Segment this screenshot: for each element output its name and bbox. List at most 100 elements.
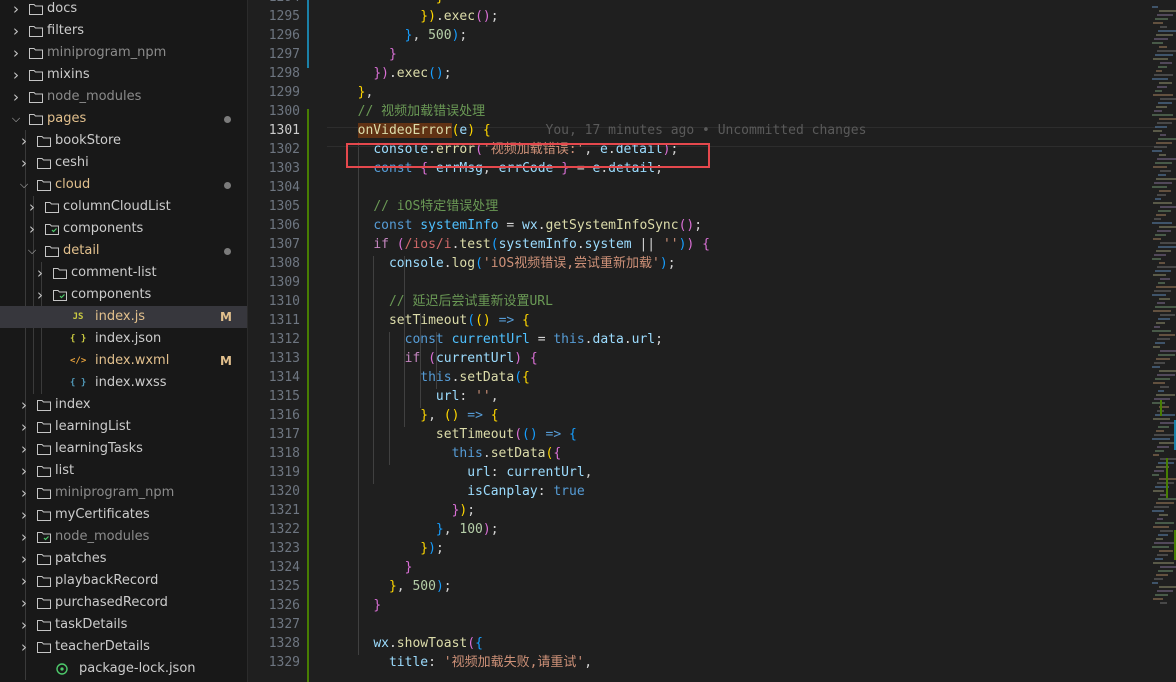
explorer-item-comment-list[interactable]: › comment-list: [0, 262, 247, 284]
chevron-right-icon[interactable]: ›: [16, 130, 32, 152]
code-line[interactable]: 1309: [248, 273, 1176, 292]
code-line[interactable]: 1322 }, 100);: [248, 520, 1176, 539]
code-line[interactable]: 1306 const systemInfo = wx.getSystemInfo…: [248, 216, 1176, 235]
code-line[interactable]: 1326 }: [248, 596, 1176, 615]
code-line[interactable]: 1308 console.log('iOS视频错误,尝试重新加载');: [248, 254, 1176, 273]
code-line[interactable]: 1296 }, 500);: [248, 26, 1176, 45]
explorer-item-components[interactable]: › components: [0, 284, 247, 306]
code-line[interactable]: 1317 setTimeout(() => {: [248, 425, 1176, 444]
chevron-down-icon[interactable]: ⌵: [24, 240, 40, 262]
explorer-item-components[interactable]: › components: [0, 218, 247, 240]
explorer-item-learningtasks[interactable]: › learningTasks: [0, 438, 247, 460]
chevron-right-icon[interactable]: ›: [16, 526, 32, 548]
explorer-item-cloud[interactable]: ⌵ cloud: [0, 174, 247, 196]
chevron-right-icon[interactable]: ›: [24, 218, 40, 240]
minimap-line: [1157, 14, 1173, 16]
explorer-item-docs[interactable]: › docs: [0, 0, 247, 20]
explorer-item-purchasedrecord[interactable]: › purchasedRecord: [0, 592, 247, 614]
explorer-item-index-wxml[interactable]: </> index.wxml M: [0, 350, 247, 372]
chevron-right-icon[interactable]: ›: [16, 548, 32, 570]
code-line[interactable]: 1300 // 视频加载错误处理: [248, 102, 1176, 121]
code-line[interactable]: 1324 }: [248, 558, 1176, 577]
explorer-item-index[interactable]: › index: [0, 394, 247, 416]
code-line[interactable]: 1299 },: [248, 83, 1176, 102]
chevron-right-icon[interactable]: ›: [16, 152, 32, 174]
code-line[interactable]: 1301 onVideoError(e) { You, 17 minutes a…: [248, 121, 1176, 140]
chevron-right-icon[interactable]: ›: [8, 86, 24, 108]
explorer-item-taskdetails[interactable]: › taskDetails: [0, 614, 247, 636]
chevron-right-icon[interactable]: ›: [16, 614, 32, 636]
explorer-item-index-json[interactable]: { } index.json: [0, 328, 247, 350]
explorer-item-mixins[interactable]: › mixins: [0, 64, 247, 86]
chevron-down-icon[interactable]: ⌵: [8, 108, 24, 130]
code-line[interactable]: 1310 // 延迟后尝试重新设置URL: [248, 292, 1176, 311]
code-line[interactable]: 1327: [248, 615, 1176, 634]
code-line[interactable]: 1311 setTimeout(() => {: [248, 311, 1176, 330]
explorer-item-playbackrecord[interactable]: › playbackRecord: [0, 570, 247, 592]
explorer-item-package-lock-json[interactable]: package-lock.json: [0, 658, 247, 680]
code-line[interactable]: 1320 isCanplay: true: [248, 482, 1176, 501]
minimap[interactable]: [1148, 0, 1176, 682]
code-editor[interactable]: 1294 }1295 }).exec();1296 }, 500);1297 }…: [248, 0, 1176, 682]
chevron-right-icon[interactable]: ›: [16, 482, 32, 504]
chevron-down-icon[interactable]: ⌵: [16, 174, 32, 196]
line-number: 1316: [268, 408, 300, 423]
explorer-item-node-modules[interactable]: › node_modules: [0, 526, 247, 548]
code-line[interactable]: 1318 this.setData({: [248, 444, 1176, 463]
explorer-item-index-wxss[interactable]: { } index.wxss: [0, 372, 247, 394]
chevron-right-icon[interactable]: ›: [16, 504, 32, 526]
code-line[interactable]: 1314 this.setData({: [248, 368, 1176, 387]
chevron-right-icon[interactable]: ›: [16, 438, 32, 460]
explorer-item-patches[interactable]: › patches: [0, 548, 247, 570]
explorer-item-miniprogram-npm[interactable]: › miniprogram_npm: [0, 482, 247, 504]
code-line[interactable]: 1328 wx.showToast({: [248, 634, 1176, 653]
chevron-right-icon[interactable]: ›: [16, 636, 32, 658]
chevron-right-icon[interactable]: ›: [16, 570, 32, 592]
chevron-right-icon[interactable]: ›: [8, 64, 24, 86]
explorer-item-index-js[interactable]: JS index.js M: [0, 306, 247, 328]
code-line[interactable]: 1315 url: '',: [248, 387, 1176, 406]
chevron-right-icon[interactable]: ›: [8, 42, 24, 64]
code-line[interactable]: 1316 }, () => {: [248, 406, 1176, 425]
chevron-right-icon[interactable]: ›: [8, 0, 24, 20]
code-line[interactable]: 1295 }).exec();: [248, 7, 1176, 26]
explorer-item-filters[interactable]: › filters: [0, 20, 247, 42]
explorer-item-teacherdetails[interactable]: › teacherDetails: [0, 636, 247, 658]
code-line[interactable]: 1304: [248, 178, 1176, 197]
explorer-item-list[interactable]: › list: [0, 460, 247, 482]
code-line[interactable]: 1298 }).exec();: [248, 64, 1176, 83]
code-line[interactable]: 1313 if (currentUrl) {: [248, 349, 1176, 368]
chevron-right-icon[interactable]: ›: [32, 284, 48, 306]
code-line[interactable]: 1312 const currentUrl = this.data.url;: [248, 330, 1176, 349]
code-line[interactable]: 1323 });: [248, 539, 1176, 558]
git-modified-gutter-indicator[interactable]: [307, 0, 309, 68]
explorer-item-detail[interactable]: ⌵ detail: [0, 240, 247, 262]
chevron-right-icon[interactable]: ›: [24, 196, 40, 218]
explorer-item-bookstore[interactable]: › bookStore: [0, 130, 247, 152]
chevron-right-icon[interactable]: ›: [16, 592, 32, 614]
code-line[interactable]: 1307 if (/ios/i.test(systemInfo.system |…: [248, 235, 1176, 254]
code-line[interactable]: 1325 }, 500);: [248, 577, 1176, 596]
code-line[interactable]: 1321 });: [248, 501, 1176, 520]
line-number: 1310: [268, 294, 300, 309]
git-added-gutter-indicator[interactable]: [307, 109, 309, 682]
chevron-right-icon[interactable]: ›: [8, 20, 24, 42]
explorer-item-pages[interactable]: ⌵ pages: [0, 108, 247, 130]
chevron-right-icon[interactable]: ›: [32, 262, 48, 284]
code-line[interactable]: 1297 }: [248, 45, 1176, 64]
chevron-right-icon[interactable]: ›: [16, 416, 32, 438]
chevron-right-icon[interactable]: ›: [16, 460, 32, 482]
explorer-item-learninglist[interactable]: › learningList: [0, 416, 247, 438]
code-line[interactable]: 1305 // iOS特定错误处理: [248, 197, 1176, 216]
code-line[interactable]: 1329 title: '视频加载失败,请重试',: [248, 653, 1176, 672]
explorer-item-ceshi[interactable]: › ceshi: [0, 152, 247, 174]
explorer-item-miniprogram-npm[interactable]: › miniprogram_npm: [0, 42, 247, 64]
chevron-right-icon[interactable]: ›: [16, 394, 32, 416]
minimap-line: [1156, 250, 1171, 252]
explorer-item-node-modules[interactable]: › node_modules: [0, 86, 247, 108]
explorer-item-columncloudlist[interactable]: › columnCloudList: [0, 196, 247, 218]
explorer-item-label: index.wxss: [95, 375, 167, 390]
code-line[interactable]: 1319 url: currentUrl,: [248, 463, 1176, 482]
explorer-item-mycertificates[interactable]: › myCertificates: [0, 504, 247, 526]
code-line[interactable]: 1294 }: [248, 0, 1176, 7]
